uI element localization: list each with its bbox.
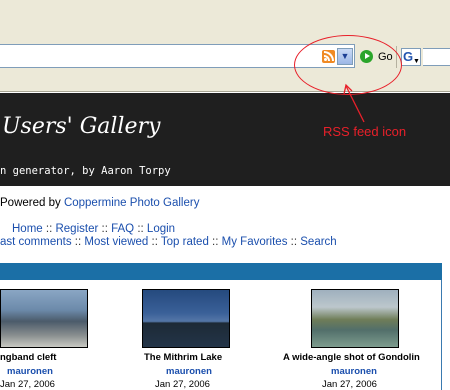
- annotation-label: RSS feed icon: [323, 124, 407, 139]
- page-title: Users' Gallery: [2, 114, 161, 139]
- thumbnail-image[interactable]: [142, 289, 230, 348]
- thumbnail-image[interactable]: [0, 289, 88, 348]
- nav-separator: ::: [74, 236, 82, 248]
- thumbnail-date: Jan 27, 2006: [155, 379, 210, 390]
- nav-my-favorites-link[interactable]: My Favorites: [222, 236, 288, 248]
- nav-top-rated-link[interactable]: Top rated: [161, 236, 209, 248]
- thumbnail-title: The Mithrim Lake: [144, 352, 223, 363]
- thumbnail-date: Jan 27, 2006: [0, 379, 55, 390]
- thumbnail-user-link[interactable]: mauronen: [166, 366, 212, 377]
- annotation-arrow-icon: [343, 83, 365, 123]
- sub-navigation: ast comments :: Most viewed :: Top rated…: [0, 236, 337, 248]
- nav-home-link[interactable]: Home: [12, 223, 43, 235]
- page-subtitle: n generator, by Aaron Torpy: [0, 165, 171, 177]
- nav-separator: ::: [212, 236, 219, 248]
- thumbnail-user-link[interactable]: mauronen: [7, 366, 53, 377]
- gallery-panel-header: [0, 263, 442, 280]
- thumbnail-title: A wide-angle shot of Gondolin: [283, 352, 420, 363]
- nav-login-link[interactable]: Login: [147, 223, 175, 235]
- search-engine-dropdown-icon: ▼: [413, 58, 420, 65]
- thumbnail-date: Jan 27, 2006: [322, 379, 377, 390]
- nav-separator: ::: [151, 236, 158, 248]
- search-input[interactable]: [423, 48, 450, 66]
- thumbnail-title: ngband cleft: [0, 352, 57, 363]
- top-navigation: Home :: Register :: FAQ :: Login: [12, 223, 175, 235]
- nav-separator: ::: [45, 223, 53, 235]
- nav-faq-link[interactable]: FAQ: [111, 223, 134, 235]
- thumbnail-user-link[interactable]: mauronen: [331, 366, 377, 377]
- nav-most-viewed-link[interactable]: Most viewed: [84, 236, 148, 248]
- powered-by-line: Powered by Coppermine Photo Gallery: [0, 197, 199, 209]
- nav-separator: ::: [290, 236, 298, 248]
- nav-separator: ::: [101, 223, 108, 235]
- search-engine-icon: G: [403, 49, 414, 64]
- nav-separator: ::: [137, 223, 144, 235]
- nav-register-link[interactable]: Register: [55, 223, 98, 235]
- nav-search-link[interactable]: Search: [300, 236, 336, 248]
- nav-last-comments-link[interactable]: ast comments: [0, 236, 72, 248]
- powered-by-text: Powered by: [0, 197, 64, 209]
- thumbnail-image[interactable]: [311, 289, 399, 348]
- coppermine-link[interactable]: Coppermine Photo Gallery: [64, 197, 200, 209]
